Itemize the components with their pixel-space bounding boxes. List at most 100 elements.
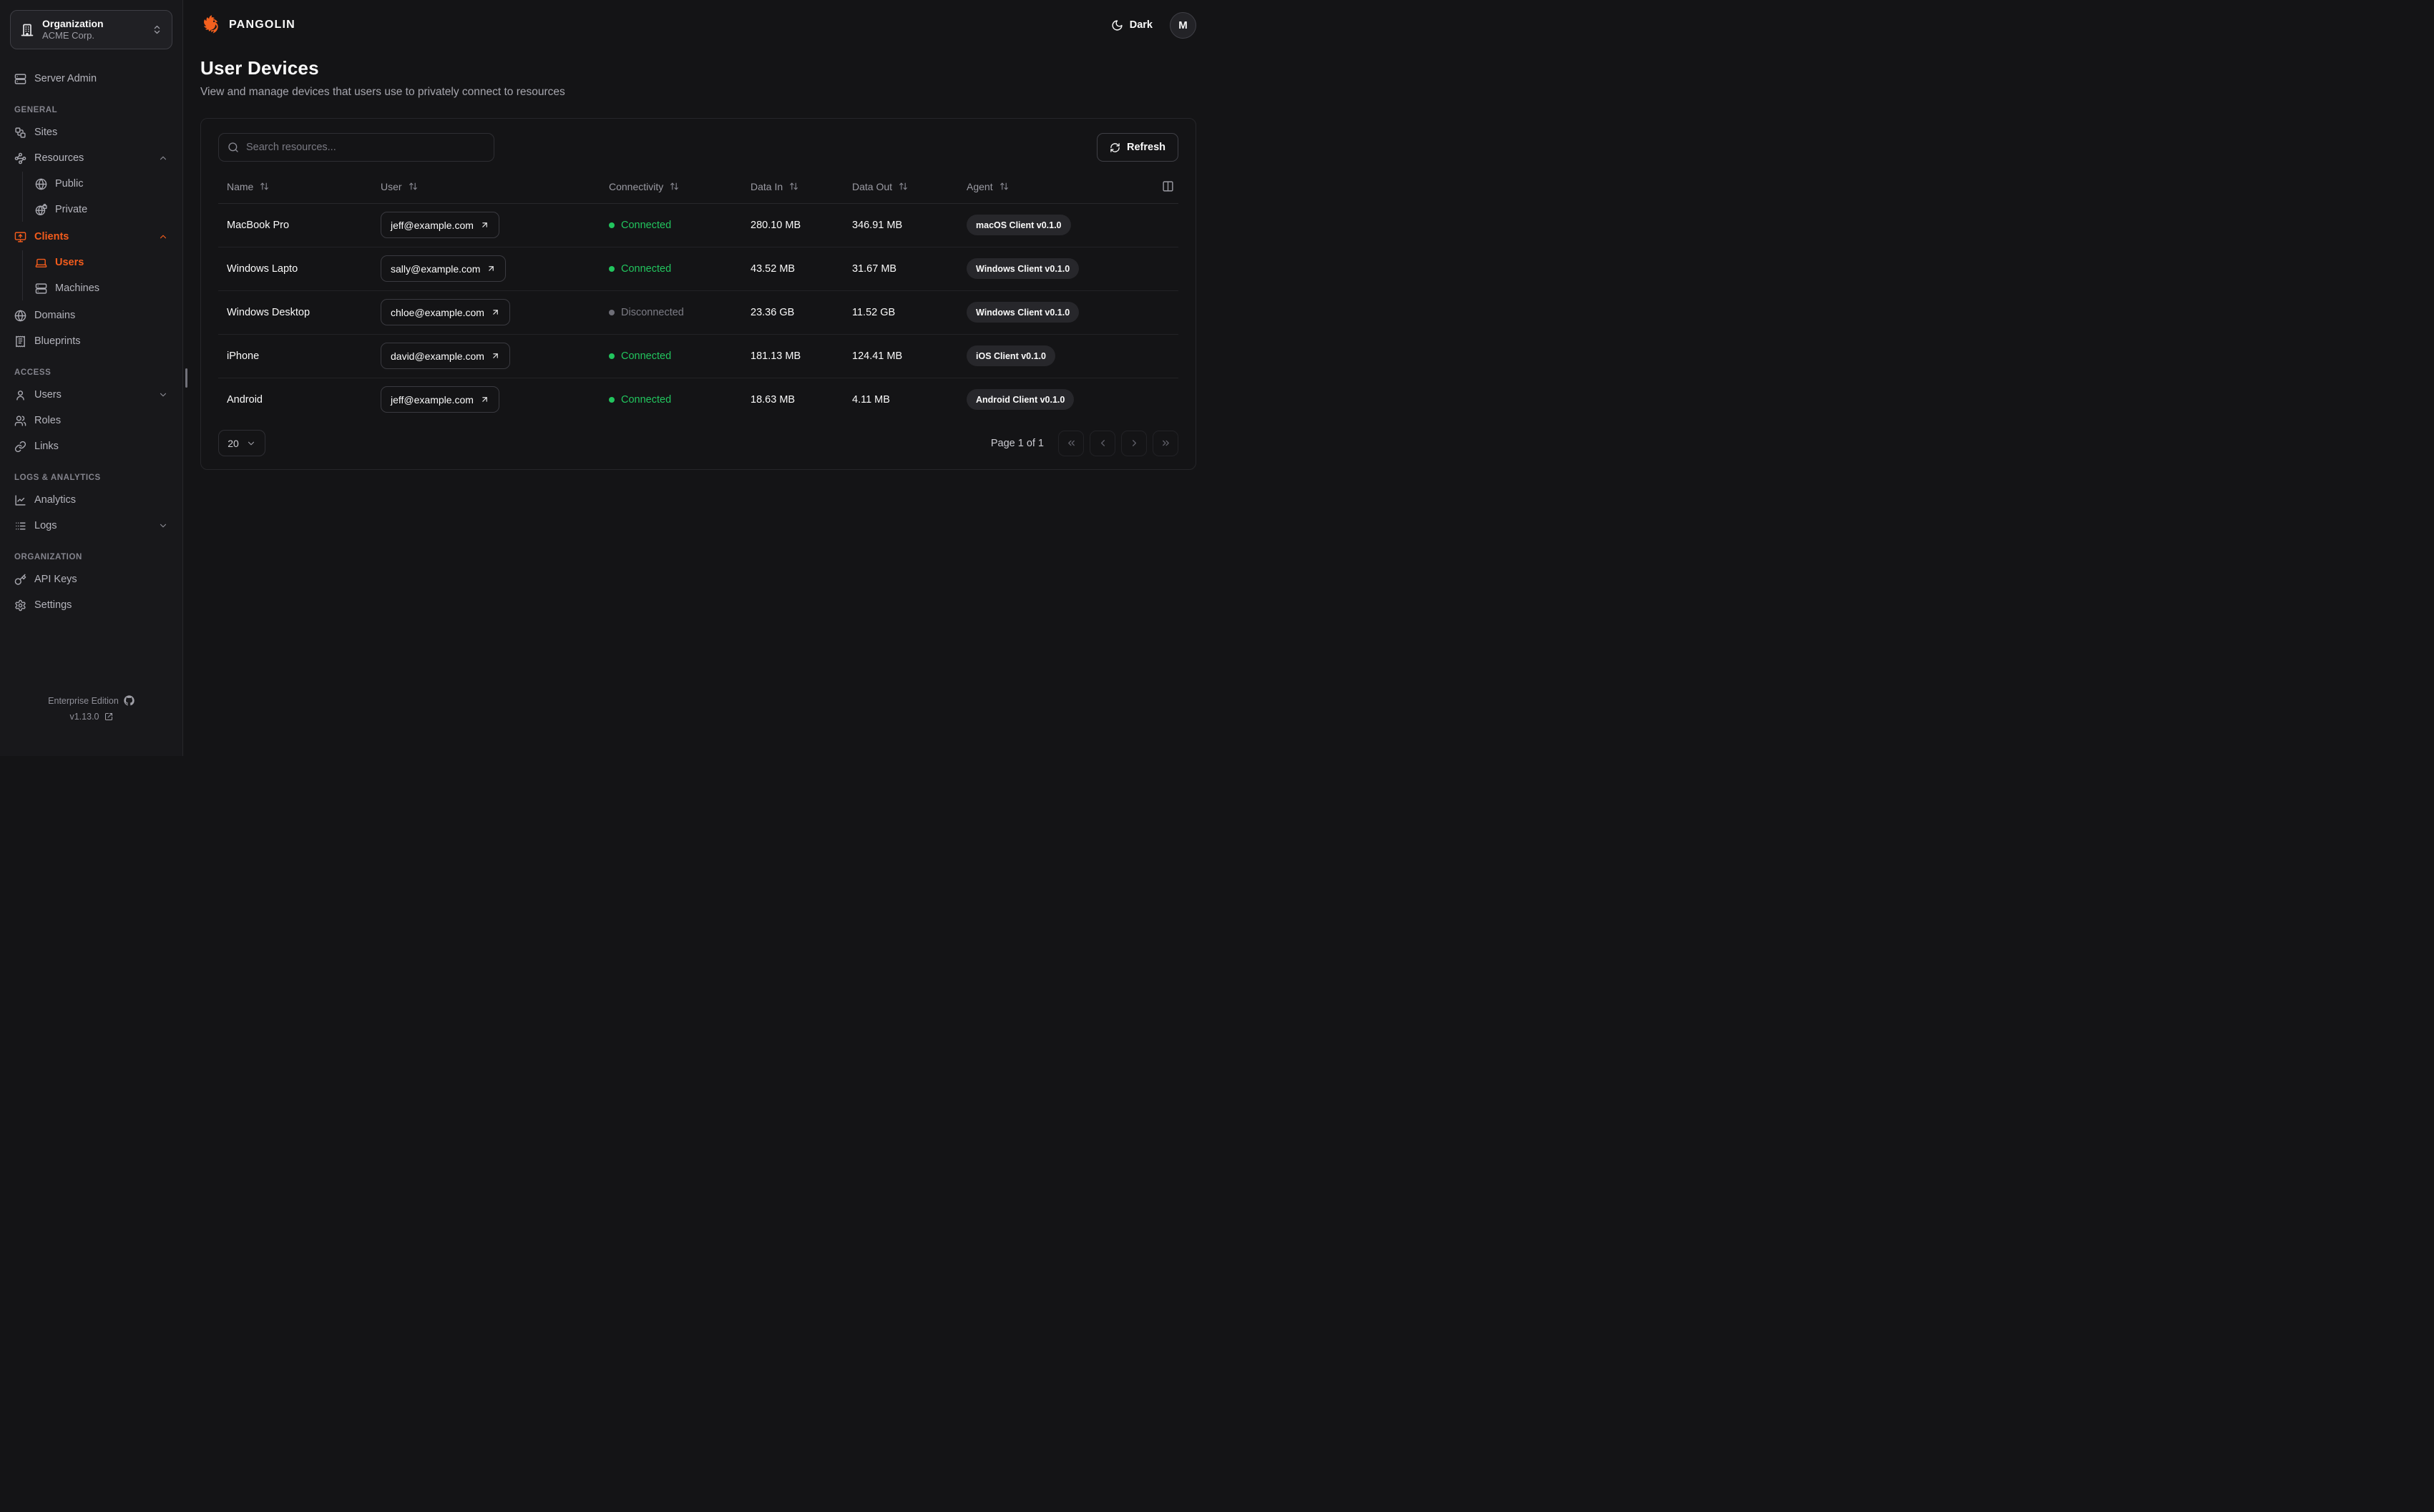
enterprise-edition-link[interactable]: Enterprise Edition (48, 695, 135, 706)
sidebar-item-private[interactable]: Private (29, 197, 174, 222)
search-input[interactable] (218, 133, 494, 162)
org-switcher[interactable]: Organization ACME Corp. (10, 10, 172, 49)
data-out-value: 11.52 GB (852, 306, 896, 318)
arrow-up-right-icon (491, 308, 500, 317)
arrow-up-down-icon (899, 182, 908, 191)
column-header-wrap: Connectivity (609, 181, 679, 192)
arrow-up-down-icon (409, 182, 418, 191)
user-link-button[interactable]: jeff@example.com (381, 212, 499, 238)
chevron-down-icon (158, 390, 168, 400)
user-link-button[interactable]: chloe@example.com (381, 299, 510, 325)
agent-label: Windows Client v0.1.0 (976, 307, 1070, 318)
sidebar-item-server-admin[interactable]: Server Admin (9, 67, 174, 91)
sidebar-item-label: Server Admin (34, 73, 97, 84)
refresh-button[interactable]: Refresh (1097, 133, 1178, 162)
column-header-label: Data Out (852, 180, 893, 192)
app: { "colors": { "accent": "#f45c1c", "conn… (0, 0, 1217, 756)
column-settings-button[interactable] (1160, 179, 1176, 194)
table-row: Windows Desktop chloe@example.com Discon… (218, 290, 1178, 335)
sidebar-item-settings[interactable]: Settings (9, 593, 174, 617)
sidebar-item-public[interactable]: Public (29, 172, 174, 196)
sidebar-item-users[interactable]: Users (29, 250, 174, 275)
column-header-wrap: Data In (751, 181, 798, 192)
table-header-row: Name User Connectivity Data In Data Out Agent (218, 170, 1178, 204)
main-content: PANGOLIN Dark M User Devices View and ma… (183, 0, 1217, 756)
device-name: Windows Desktop (227, 306, 311, 318)
status-label: Connected (621, 262, 672, 275)
chevron-up-icon (158, 232, 168, 242)
pangolin-logo-icon (200, 14, 222, 36)
device-name: Android (227, 393, 263, 406)
chevron-right-icon (1129, 438, 1140, 448)
column-header-data-in[interactable]: Data In (742, 170, 844, 204)
theme-toggle[interactable]: Dark (1111, 19, 1153, 31)
page-subtitle: View and manage devices that users use t… (200, 86, 565, 98)
brand-name: PANGOLIN (229, 19, 295, 31)
sidebar-resize-handle[interactable] (185, 368, 187, 388)
sidebar-item-sites[interactable]: Sites (9, 120, 174, 144)
sidebar-item-resources[interactable]: Resources (9, 146, 174, 170)
server-icon (14, 73, 26, 85)
device-name: MacBook Pro (227, 219, 290, 231)
data-out-value: 124.41 MB (852, 350, 903, 362)
sidebar-item-label: Sites (34, 127, 58, 138)
agent-label: Android Client v0.1.0 (976, 394, 1065, 405)
data-out-value: 31.67 MB (852, 262, 897, 275)
sidebar-item-clients[interactable]: Clients (9, 225, 174, 249)
refresh-icon (1110, 142, 1120, 153)
globe-icon (35, 178, 47, 190)
devices-table-card: Refresh Name User Connectivity Data In Data … (200, 118, 1196, 470)
column-header-user[interactable]: User (372, 170, 600, 204)
column-header-agent[interactable]: Agent (958, 170, 1141, 204)
column-header-label: Name (227, 180, 254, 192)
server-icon (35, 283, 47, 295)
next-page-button[interactable] (1121, 430, 1147, 456)
user-link-button[interactable]: sally@example.com (381, 255, 507, 282)
building-icon (20, 23, 34, 37)
column-header-connectivity[interactable]: Connectivity (600, 170, 742, 204)
sidebar-item-analytics[interactable]: Analytics (9, 488, 174, 512)
agent-label: iOS Client v0.1.0 (976, 350, 1046, 361)
column-header-wrap: Data Out (852, 181, 908, 192)
sidebar-item-machines[interactable]: Machines (29, 276, 174, 300)
sidebar-nav: Server Admin GENERAL Sites Resources Public P… (9, 67, 174, 695)
agent-badge: macOS Client v0.1.0 (967, 215, 1071, 235)
sidebar-item-logs[interactable]: Logs (9, 514, 174, 538)
sidebar-item-users[interactable]: Users (9, 383, 174, 407)
sites-combine-icon (14, 127, 26, 139)
device-name: Windows Lapto (227, 262, 298, 275)
data-in-value: 43.52 MB (751, 262, 796, 275)
last-page-button[interactable] (1153, 430, 1178, 456)
sidebar-subitems-resources: Public Private (22, 172, 174, 222)
page-size-select[interactable]: 20 (218, 430, 265, 456)
user-link-button[interactable]: david@example.com (381, 343, 510, 369)
sidebar-item-api-keys[interactable]: API Keys (9, 567, 174, 591)
status-label: Disconnected (621, 306, 684, 318)
column-header-label: User (381, 180, 402, 192)
sidebar-item-domains[interactable]: Domains (9, 303, 174, 328)
sidebar-item-roles[interactable]: Roles (9, 408, 174, 433)
connectivity-status: Connected (609, 350, 671, 362)
column-header-data-out[interactable]: Data Out (844, 170, 958, 204)
sidebar-item-label: Blueprints (34, 335, 81, 347)
sidebar-item-label: Private (55, 204, 88, 215)
brand-home-link[interactable]: PANGOLIN (200, 14, 295, 36)
sidebar: Organization ACME Corp. Server Admin GENE… (0, 0, 183, 756)
prev-page-button[interactable] (1090, 430, 1115, 456)
org-switcher-label: Organization (42, 17, 104, 29)
globe-lock-icon (35, 203, 47, 216)
agent-badge: Android Client v0.1.0 (967, 389, 1075, 411)
sidebar-item-label: Roles (34, 415, 62, 426)
enterprise-edition-label: Enterprise Edition (48, 695, 119, 706)
version-link[interactable]: v1.13.0 (69, 712, 112, 722)
user-avatar[interactable]: M (1170, 11, 1196, 39)
first-page-button[interactable] (1058, 430, 1084, 456)
connectivity-status: Connected (609, 394, 671, 406)
user-link-button[interactable]: jeff@example.com (381, 386, 499, 413)
column-header-name[interactable]: Name (218, 170, 372, 204)
sidebar-item-blueprints[interactable]: Blueprints (9, 329, 174, 353)
column-header-settings (1141, 170, 1178, 204)
user-icon (14, 389, 26, 401)
sidebar-item-links[interactable]: Links (9, 434, 174, 458)
data-in-value: 18.63 MB (751, 393, 796, 406)
